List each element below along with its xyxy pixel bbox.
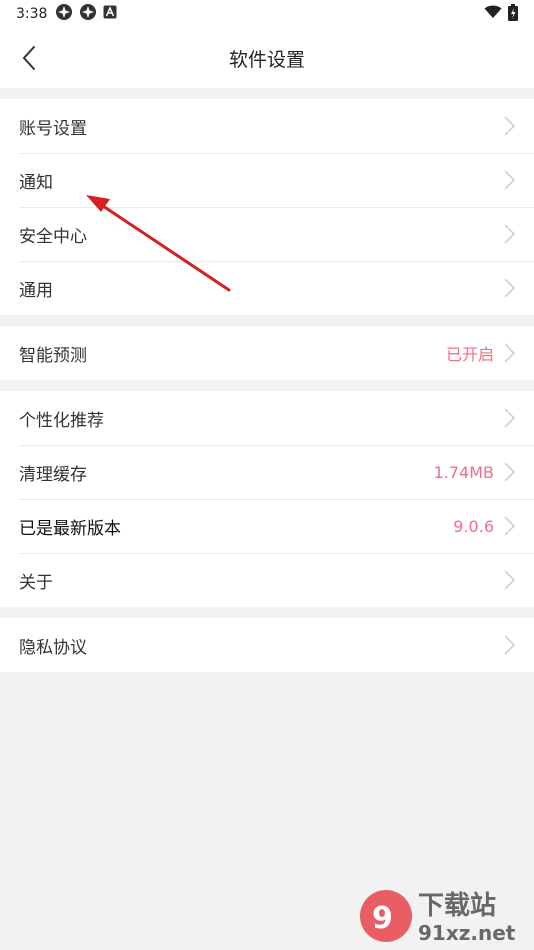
page-title: 软件设置 xyxy=(228,48,305,71)
chevron-right-icon xyxy=(504,343,516,363)
setting-row-security[interactable]: 安全中心 xyxy=(0,207,534,261)
chevron-right-icon xyxy=(504,408,516,428)
setting-row-privacy[interactable]: 隐私协议 xyxy=(0,618,534,672)
setting-value: 已开启 xyxy=(445,345,494,364)
setting-value: 9.0.6 xyxy=(453,516,494,536)
status-bar: 3:38 xyxy=(0,0,534,28)
setting-row-version[interactable]: 已是最新版本 9.0.6 xyxy=(0,499,534,553)
back-button[interactable] xyxy=(14,43,44,73)
chevron-right-icon xyxy=(504,635,516,655)
setting-label: 智能预测 xyxy=(19,345,87,366)
setting-row-clear-cache[interactable]: 清理缓存 1.74MB xyxy=(0,445,534,499)
chevron-right-icon xyxy=(504,170,516,190)
chevron-right-icon xyxy=(504,570,516,590)
notification-icon xyxy=(55,3,73,25)
setting-label: 安全中心 xyxy=(19,226,87,247)
chevron-right-icon xyxy=(504,224,516,244)
watermark-logo: 9 下载站 91xz.net xyxy=(360,890,516,944)
svg-text:下载站: 下载站 xyxy=(418,891,496,921)
settings-group-misc: 个性化推荐 清理缓存 1.74MB 已是最新版本 9.0.6 关于 xyxy=(0,391,534,607)
chevron-right-icon xyxy=(504,516,516,536)
setting-row-personalized[interactable]: 个性化推荐 xyxy=(0,391,534,445)
chevron-right-icon xyxy=(504,278,516,298)
chevron-right-icon xyxy=(504,116,516,136)
title-bar: 软件设置 xyxy=(0,28,534,88)
wifi-icon xyxy=(484,5,502,23)
battery-icon xyxy=(508,3,518,25)
notification-icon xyxy=(79,3,97,25)
chevron-right-icon xyxy=(504,462,516,482)
setting-label: 个性化推荐 xyxy=(19,410,104,431)
setting-label: 账号设置 xyxy=(19,118,87,139)
settings-group-account: 账号设置 通知 安全中心 通用 xyxy=(0,99,534,315)
setting-value: 1.74MB xyxy=(433,462,494,482)
settings-group-prediction: 智能预测 已开启 xyxy=(0,326,534,380)
a-icon xyxy=(103,5,117,23)
setting-label: 隐私协议 xyxy=(19,637,87,658)
setting-row-smart-prediction[interactable]: 智能预测 已开启 xyxy=(0,326,534,380)
setting-label: 通用 xyxy=(19,280,53,301)
svg-text:9: 9 xyxy=(372,901,393,936)
setting-label: 清理缓存 xyxy=(19,464,87,485)
status-time: 3:38 xyxy=(16,6,48,22)
setting-row-account[interactable]: 账号设置 xyxy=(0,99,534,153)
settings-group-privacy: 隐私协议 xyxy=(0,618,534,672)
setting-row-notification[interactable]: 通知 xyxy=(0,153,534,207)
setting-label: 通知 xyxy=(19,172,53,193)
setting-row-about[interactable]: 关于 xyxy=(0,553,534,607)
setting-row-general[interactable]: 通用 xyxy=(0,261,534,315)
chevron-left-icon xyxy=(22,46,35,70)
svg-text:91xz.net: 91xz.net xyxy=(418,921,516,944)
setting-label: 关于 xyxy=(19,572,53,593)
setting-label: 已是最新版本 xyxy=(19,518,121,539)
